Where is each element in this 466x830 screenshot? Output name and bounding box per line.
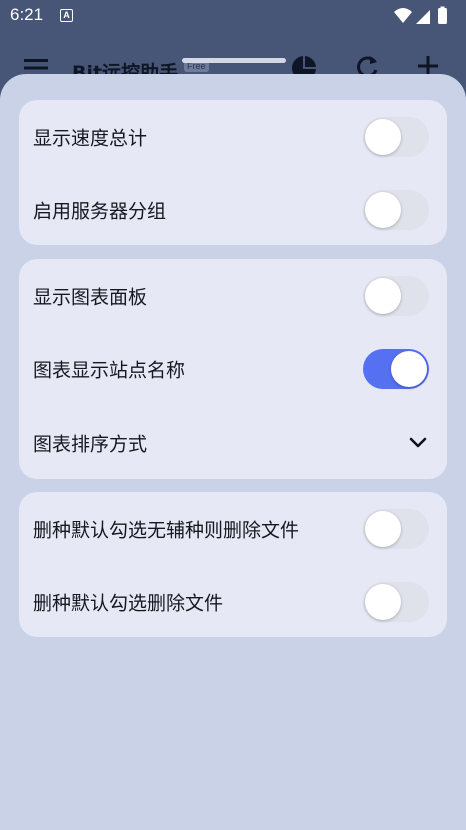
switch-knob	[365, 510, 401, 547]
cellular-signal-icon	[416, 10, 430, 24]
setting-label: 启用服务器分组	[33, 200, 167, 222]
settings-card-delete: 删种默认勾选无辅种则删除文件 删种默认勾选删除文件	[19, 492, 447, 637]
setting-label: 显示图表面板	[33, 286, 148, 308]
drag-handle[interactable]	[182, 58, 286, 63]
setting-label: 删种默认勾选无辅种则删除文件	[33, 519, 300, 541]
switch-knob	[391, 350, 427, 387]
setting-label: 图表显示站点名称	[33, 359, 186, 381]
wifi-icon	[394, 8, 412, 23]
show-speed-total-switch[interactable]	[363, 116, 429, 157]
settings-card-chart: 显示图表面板 图表显示站点名称 图表排序方式	[19, 259, 447, 479]
setting-row-chart-show-site-name[interactable]: 图表显示站点名称	[19, 332, 447, 405]
show-chart-panel-switch[interactable]	[363, 275, 429, 316]
setting-row-delete-default-files[interactable]: 删种默认勾选删除文件	[19, 565, 447, 638]
setting-row-chart-sort-method[interactable]: 图表排序方式	[19, 406, 447, 479]
status-icons	[394, 6, 447, 24]
status-time: 6:21	[10, 5, 44, 24]
notification-a-icon: A	[60, 9, 73, 22]
delete-default-files-switch[interactable]	[363, 581, 429, 622]
switch-knob	[365, 277, 401, 314]
battery-icon	[438, 8, 447, 24]
setting-row-delete-default-no-aux[interactable]: 删种默认勾选无辅种则删除文件	[19, 492, 447, 565]
setting-label: 图表排序方式	[33, 433, 148, 455]
setting-label: 删种默认勾选删除文件	[33, 592, 224, 614]
settings-card-general: 显示速度总计 启用服务器分组	[19, 100, 447, 245]
switch-knob	[365, 118, 401, 155]
delete-default-no-aux-switch[interactable]	[363, 508, 429, 549]
switch-knob	[365, 583, 401, 620]
setting-row-show-speed-total[interactable]: 显示速度总计	[19, 100, 447, 173]
chart-show-site-name-switch[interactable]	[363, 348, 429, 389]
setting-row-enable-server-groups[interactable]: 启用服务器分组	[19, 173, 447, 246]
enable-server-groups-switch[interactable]	[363, 189, 429, 230]
switch-knob	[365, 191, 401, 228]
chevron-down-icon[interactable]	[409, 437, 427, 449]
setting-row-show-chart-panel[interactable]: 显示图表面板	[19, 259, 447, 332]
status-bar: 6:21 A	[0, 0, 466, 32]
setting-label: 显示速度总计	[33, 127, 148, 149]
